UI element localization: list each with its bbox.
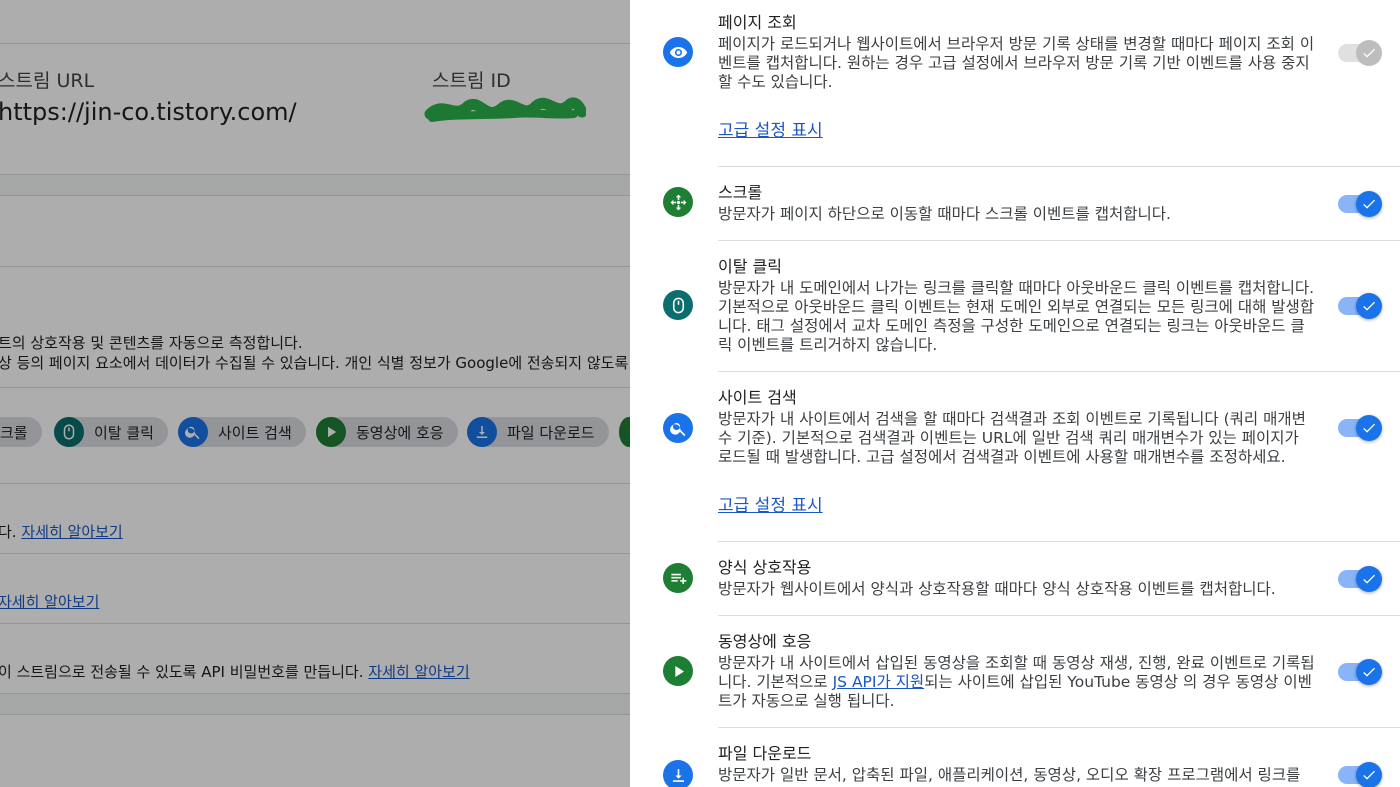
event-row-outbound-click: 이탈 클릭 방문자가 내 도메인에서 나가는 링크를 클릭할 때마다 아웃바운드… [630, 241, 1400, 371]
show-advanced-settings-link[interactable]: 고급 설정 표시 [718, 116, 823, 141]
check-icon [1356, 659, 1382, 685]
page-view-toggle [1338, 38, 1384, 68]
event-title: 페이지 조회 [718, 13, 797, 32]
event-description: 방문자가 내 도메인에서 나가는 링크를 클릭할 때마다 아웃바운드 클릭 이벤… [718, 279, 1315, 354]
eye-icon [663, 37, 693, 67]
enhanced-measurement-panel: 페이지 조회 페이지가 로드되거나 웹사이트에서 브라우저 방문 기록 상태를 … [630, 0, 1400, 787]
download-icon [663, 760, 693, 787]
event-row-video-engagement: 동영상에 호응 방문자가 내 사이트에서 삽입된 동영상을 조회할 때 동영상 … [630, 616, 1400, 727]
search-icon [663, 413, 693, 443]
event-description: 페이지가 로드되거나 웹사이트에서 브라우저 방문 기록 상태를 변경할 때마다… [718, 35, 1315, 91]
show-advanced-settings-link[interactable]: 고급 설정 표시 [718, 491, 823, 516]
event-title: 스크롤 [718, 183, 763, 202]
event-row-site-search: 사이트 검색 방문자가 내 사이트에서 검색을 할 때마다 검색결과 조회 이벤… [630, 372, 1400, 541]
event-description: 방문자가 웹사이트에서 양식과 상호작용할 때마다 양식 상호작용 이벤트를 캡… [718, 580, 1276, 598]
event-description: 방문자가 페이지 하단으로 이동할 때마다 스크롤 이벤트를 캡처합니다. [718, 205, 1171, 223]
event-description: 방문자가 일반 문서, 압축된 파일, 애플리케이션, 동영상, 오디오 확장 … [718, 766, 1301, 784]
form-icon [663, 563, 693, 593]
check-icon [1356, 566, 1382, 592]
site-search-toggle[interactable] [1338, 413, 1384, 443]
check-icon [1356, 191, 1382, 217]
event-title: 이탈 클릭 [718, 257, 782, 276]
event-title: 사이트 검색 [718, 388, 797, 407]
event-row-file-download: 파일 다운로드 방문자가 일반 문서, 압축된 파일, 애플리케이션, 동영상,… [630, 728, 1400, 787]
file-download-toggle[interactable] [1338, 760, 1384, 787]
modal-scrim[interactable] [0, 0, 630, 787]
event-title: 양식 상호작용 [718, 558, 812, 577]
play-icon [663, 656, 693, 686]
event-description: 방문자가 내 사이트에서 삽입된 동영상을 조회할 때 동영상 재생, 진행, … [718, 654, 1316, 711]
outbound-click-toggle[interactable] [1338, 291, 1384, 321]
check-icon [1356, 40, 1382, 66]
form-interaction-toggle[interactable] [1338, 564, 1384, 594]
event-title: 파일 다운로드 [718, 744, 812, 763]
video-engagement-toggle[interactable] [1338, 657, 1384, 687]
event-title: 동영상에 호응 [718, 632, 812, 651]
js-api-support-link[interactable]: JS API가 지원 [833, 673, 925, 691]
event-row-scroll: 스크롤 방문자가 페이지 하단으로 이동할 때마다 스크롤 이벤트를 캡처합니다… [630, 167, 1400, 240]
check-icon [1356, 293, 1382, 319]
stream-details-page: 스트림 URL https://jin-co.tistory.com/ 스트림 … [0, 0, 630, 787]
mouse-icon [663, 290, 693, 320]
event-description: 방문자가 내 사이트에서 검색을 할 때마다 검색결과 조회 이벤트로 기록됩니… [718, 410, 1306, 466]
scroll-toggle[interactable] [1338, 189, 1384, 219]
event-row-form-interaction: 양식 상호작용 방문자가 웹사이트에서 양식과 상호작용할 때마다 양식 상호작… [630, 542, 1400, 615]
check-icon [1356, 762, 1382, 787]
scroll-icon [663, 187, 693, 217]
check-icon [1356, 415, 1382, 441]
event-row-page-view: 페이지 조회 페이지가 로드되거나 웹사이트에서 브라우저 방문 기록 상태를 … [630, 0, 1400, 166]
